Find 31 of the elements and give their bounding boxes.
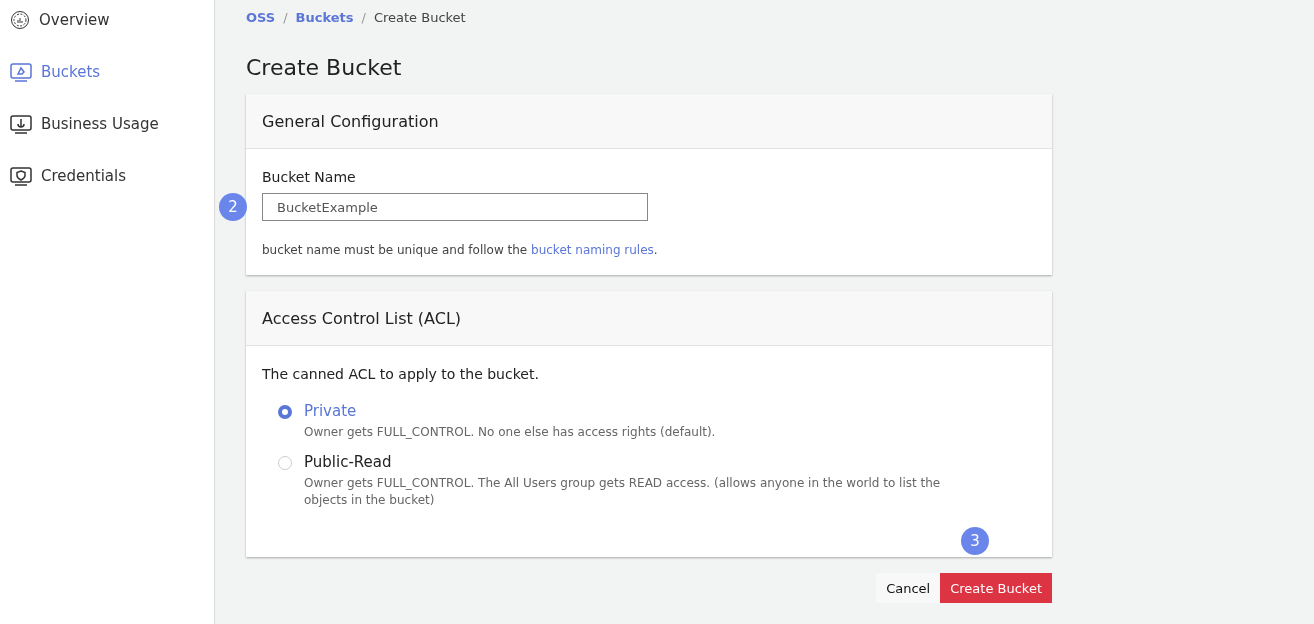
- gauge-icon: [10, 10, 30, 30]
- step-badge: 3: [961, 527, 989, 555]
- step-badge: 2: [219, 193, 247, 221]
- monitor-shield-icon: [10, 166, 32, 186]
- option-label: Public-Read: [304, 453, 393, 471]
- radio-button[interactable]: [278, 456, 292, 470]
- breadcrumb-link[interactable]: Buckets: [295, 10, 354, 25]
- help-text: bucket name must be unique and follow the bucket naming rules.: [262, 243, 659, 257]
- breadcrumb-link[interactable]: OSS: [246, 10, 276, 25]
- cancel-button[interactable]: Cancel: [876, 573, 941, 603]
- radio-button[interactable]: [278, 405, 292, 419]
- option-description: Owner gets FULL_CONTROL. The All Users group gets READ access. (allows anyone in the world to list the objects in the bucket): [304, 475, 942, 509]
- card-header: Access Control List (ACL): [246, 291, 1052, 346]
- breadcrumb-separator: /: [361, 10, 366, 25]
- sidebar-item[interactable]: Overview: [10, 8, 214, 32]
- sidebar-item[interactable]: Buckets: [10, 60, 214, 84]
- input-field[interactable]: BucketExample: [262, 193, 648, 221]
- monitor-anchor-icon: [10, 114, 32, 134]
- monitor-bucket-icon: [10, 62, 32, 82]
- breadcrumb-separator: /: [283, 10, 288, 25]
- card-header: General Configuration: [246, 94, 1052, 149]
- option-description: Owner gets FULL_CONTROL. No one else has access rights (default).: [304, 424, 716, 441]
- sidebar-item[interactable]: Credentials: [10, 164, 214, 188]
- option-label: Private: [304, 402, 358, 420]
- sidebar-item[interactable]: Business Usage: [10, 112, 214, 136]
- field-label: Bucket Name: [262, 169, 357, 185]
- naming-rules-link[interactable]: bucket naming rules: [531, 243, 654, 257]
- current-page-text: Create Bucket: [373, 10, 466, 25]
- create-button[interactable]: Create Bucket: [940, 573, 1052, 603]
- intro-text: The canned ACL to apply to the bucket.: [262, 366, 540, 382]
- page-title: Create Bucket: [246, 55, 403, 80]
